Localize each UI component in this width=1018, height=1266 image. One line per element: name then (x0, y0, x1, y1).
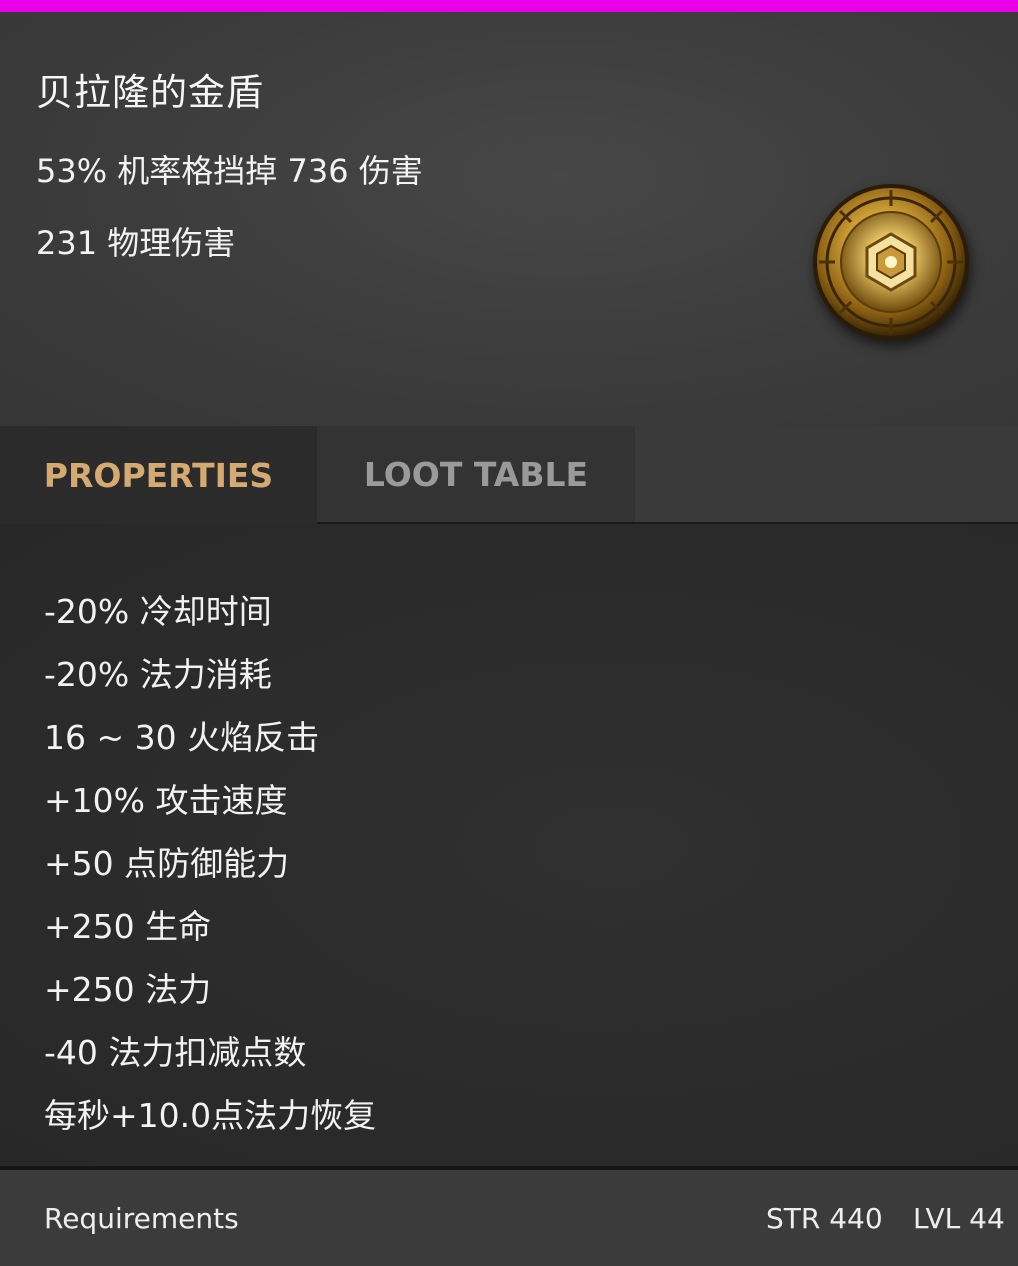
str-requirement: STR 440 (766, 1202, 883, 1235)
property-item: -40 法力扣减点数 (44, 1033, 307, 1072)
tab-properties-label: PROPERTIES (43, 455, 274, 495)
tab-properties[interactable]: PROPERTIES (0, 426, 317, 524)
item-name: 贝拉隆的金盾 (36, 71, 264, 114)
accent-bar (0, 0, 1018, 12)
properties-panel: -20% 冷却时间 -20% 法力消耗 16 ~ 30 火焰反击 +10% 攻击… (0, 524, 1018, 1166)
level-requirement: LVL 44 (913, 1202, 1005, 1235)
tab-bar-underline (635, 426, 1018, 525)
block-stat: 53% 机率格挡掉 736 伤害 (36, 152, 423, 190)
requirements-label: Requirements (44, 1202, 239, 1235)
item-header: 贝拉隆的金盾 53% 机率格挡掉 736 伤害 231 物理伤害 (0, 12, 1018, 426)
property-list: -20% 冷却时间 -20% 法力消耗 16 ~ 30 火焰反击 +10% 攻击… (44, 580, 376, 1147)
property-item: +10% 攻击速度 (44, 781, 288, 820)
property-item: +250 生命 (44, 907, 212, 946)
tab-bar: PROPERTIES LOOT TABLE (0, 426, 1018, 525)
property-item: 16 ~ 30 火焰反击 (44, 718, 320, 757)
gold-shield-icon (813, 184, 969, 340)
tab-loot-table[interactable]: LOOT TABLE (317, 426, 635, 525)
property-item: +250 法力 (44, 970, 212, 1009)
property-item: 每秒+10.0点法力恢复 (44, 1096, 377, 1135)
property-item: +50 点防御能力 (44, 844, 290, 883)
property-item: -20% 冷却时间 (44, 592, 272, 631)
tab-loot-table-label: LOOT TABLE (363, 454, 589, 494)
damage-stat: 231 物理伤害 (36, 224, 236, 262)
requirements-footer: Requirements STR 440 LVL 44 (0, 1170, 1018, 1266)
property-item: -20% 法力消耗 (44, 655, 272, 694)
